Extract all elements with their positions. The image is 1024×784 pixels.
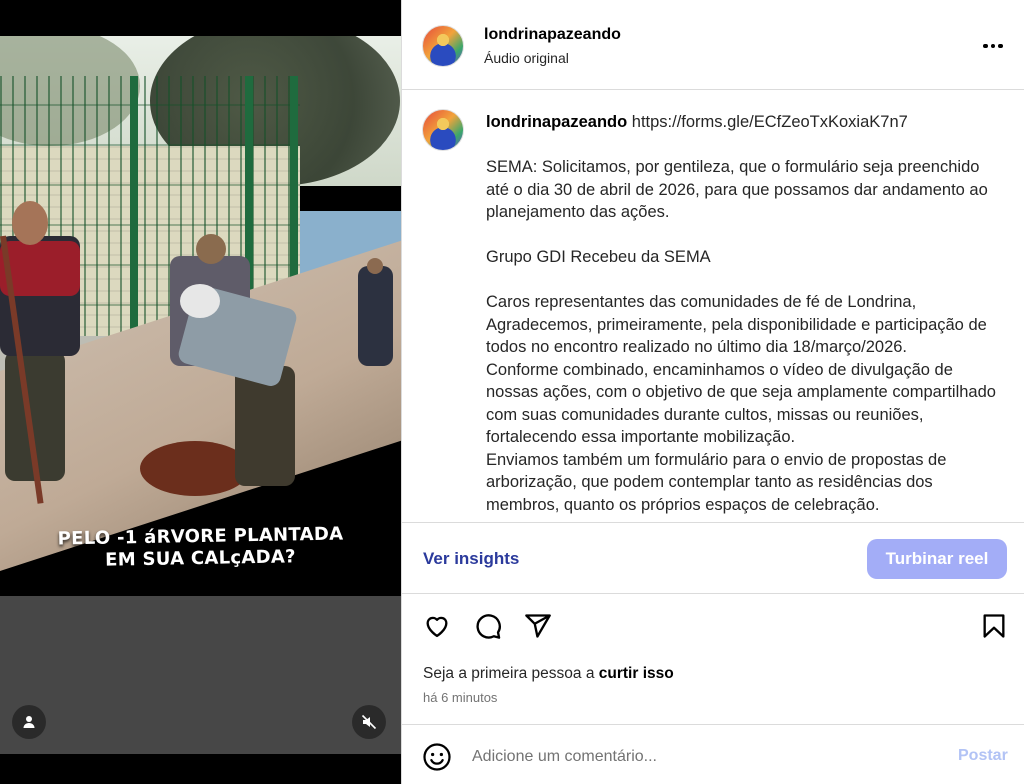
paper-plane-icon [525, 614, 551, 638]
tagged-users-button[interactable] [12, 705, 46, 739]
video-overlay-caption: PELO -1 áRVORE PLANTADA EM SUA CALçADA? [0, 524, 401, 571]
comment-bubble-icon [476, 614, 501, 639]
audio-label[interactable]: Áudio original [484, 50, 569, 66]
boost-reel-button[interactable]: Turbinar reel [867, 539, 1007, 579]
post-header: londrinapazeando Áudio original [402, 0, 1024, 90]
scene-person-head [367, 258, 383, 274]
author-username[interactable]: londrinapazeando [484, 26, 621, 44]
scene-person-head [180, 284, 220, 318]
more-dot [998, 43, 1003, 49]
comment-input[interactable] [472, 743, 942, 771]
reel-video-frame[interactable]: PELO -1 áRVORE PLANTADA EM SUA CALçADA? [0, 36, 401, 754]
caption-link[interactable]: https://forms.gle/ECfZeoTxKoxiaK7n7 [627, 113, 908, 131]
likes-summary: Seja a primeira pessoa a curtir isso [423, 665, 674, 683]
scene-soil [140, 441, 250, 496]
scene-person-head [12, 201, 48, 245]
reel-media[interactable]: PELO -1 áRVORE PLANTADA EM SUA CALçADA? [0, 0, 401, 784]
scene-fence-post [130, 76, 138, 351]
media-letterbox-top [0, 0, 401, 36]
user-icon [23, 716, 35, 728]
view-insights-link[interactable]: Ver insights [423, 549, 519, 569]
likes-prefix: Seja a primeira pessoa a [423, 665, 599, 682]
speaker-muted-icon [361, 714, 377, 730]
post-timestamp[interactable]: há 6 minutos [423, 690, 497, 705]
caption-author-avatar[interactable] [422, 109, 464, 151]
bookmark-icon [983, 614, 1005, 638]
caption-username[interactable]: londrinapazeando [486, 113, 627, 131]
more-horizontal-icon[interactable] [978, 36, 1008, 56]
add-comment-bar: Postar [402, 724, 1024, 784]
emoji-icon[interactable] [422, 742, 452, 772]
more-dot [990, 43, 996, 49]
author-avatar[interactable] [422, 25, 464, 67]
scene-person-head [196, 234, 226, 264]
like-cta-link[interactable]: curtir isso [599, 665, 674, 682]
caption-scroll-area[interactable]: londrinapazeando https://forms.gle/ECfZe… [402, 91, 1024, 521]
post-actions: Seja a primeira pessoa a curtir isso há … [402, 595, 1024, 725]
post-panel: londrinapazeando Áudio original londrina… [401, 0, 1024, 784]
media-letterbox-bottom [0, 754, 401, 784]
scene-street [0, 596, 401, 754]
post-caption: londrinapazeando https://forms.gle/ECfZe… [486, 111, 1006, 516]
caption-body: SEMA: Solicitamos, por gentileza, que o … [486, 158, 996, 514]
comment-button[interactable] [472, 610, 504, 642]
insights-row: Ver insights Turbinar reel [402, 522, 1024, 594]
mute-toggle-button[interactable] [352, 705, 386, 739]
save-button[interactable] [978, 610, 1010, 642]
post-comment-button[interactable]: Postar [958, 747, 1008, 765]
scene-person [358, 266, 393, 366]
share-button[interactable] [522, 610, 554, 642]
like-button[interactable] [421, 610, 453, 642]
heart-icon [426, 616, 448, 638]
more-dot [983, 43, 988, 49]
